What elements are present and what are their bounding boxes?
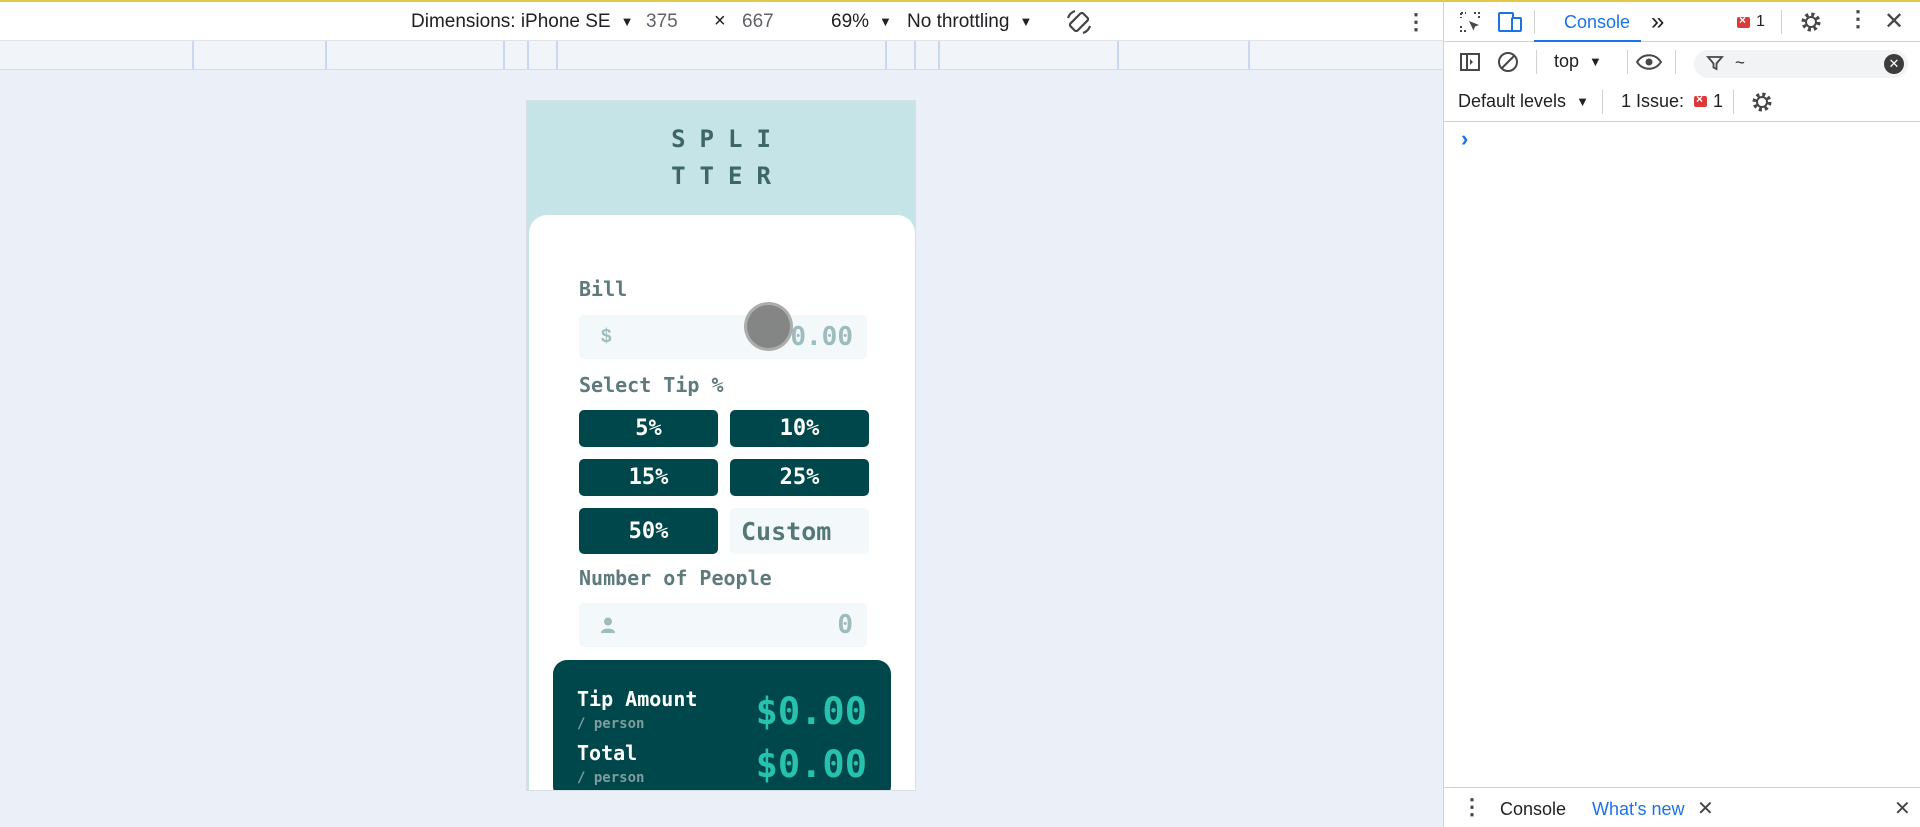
close-devtools-icon[interactable]: ✕	[1884, 7, 1904, 36]
chevron-down-icon: ▼	[879, 14, 892, 29]
more-tabs-icon[interactable]: »	[1651, 8, 1664, 36]
people-input[interactable]: 0	[579, 603, 867, 647]
ruler-segment[interactable]	[527, 41, 529, 69]
chevron-down-icon: ▼	[1589, 54, 1602, 69]
clear-console-icon[interactable]	[1496, 50, 1520, 74]
bill-input[interactable]: $ 0.00	[579, 315, 867, 359]
separator	[1733, 90, 1734, 114]
console-settings-gear-icon[interactable]	[1750, 90, 1774, 114]
separator	[1602, 90, 1603, 114]
levels-label: Default levels	[1458, 91, 1567, 111]
ruler-segment[interactable]	[325, 41, 327, 69]
device-select[interactable]: Dimensions: iPhone SE ▼	[411, 2, 633, 41]
height-input[interactable]: 667	[742, 2, 774, 41]
throttling-label: No throttling	[907, 10, 1010, 32]
more-options-icon[interactable]: ⋮	[1847, 6, 1869, 32]
clear-filter-icon[interactable]: ✕	[1884, 54, 1904, 74]
device-toggle-icon[interactable]	[1497, 10, 1523, 34]
ruler-segment[interactable]	[1117, 41, 1119, 69]
drawer-tab-whats-new[interactable]: What's new	[1592, 799, 1684, 820]
close-drawer-icon[interactable]: ✕	[1894, 796, 1911, 821]
drawer-tab-console[interactable]: Console	[1500, 799, 1566, 820]
width-input[interactable]: 375	[646, 2, 678, 41]
person-icon	[601, 617, 615, 633]
error-icon	[1694, 92, 1708, 107]
separator	[1627, 50, 1628, 74]
throttling-select[interactable]: No throttling ▼	[907, 2, 1032, 41]
media-query-ruler	[0, 41, 1443, 70]
tip-button-15[interactable]: 15%	[579, 459, 718, 496]
ruler-segment[interactable]	[192, 41, 194, 69]
bill-value: 0.00	[790, 322, 853, 352]
ruler-segment[interactable]	[1248, 41, 1250, 69]
levels-select[interactable]: Default levels ▼	[1458, 91, 1589, 112]
custom-tip-input[interactable]: Custom	[730, 508, 869, 554]
total-label: Total	[577, 741, 638, 765]
separator	[1534, 10, 1535, 34]
device-label: Dimensions: iPhone SE	[411, 10, 611, 32]
sidebar-toggle-icon[interactable]	[1458, 50, 1482, 74]
inspect-element-icon[interactable]	[1458, 10, 1482, 34]
context-label: top	[1554, 51, 1580, 71]
zoom-label: 69%	[831, 10, 870, 32]
ruler-segment[interactable]	[885, 41, 887, 69]
logo-line-2: TTER	[671, 162, 785, 190]
total-value: $0.00	[755, 743, 867, 786]
tip-amount-sub: / person	[577, 716, 645, 732]
console-prompt-row[interactable]: ›	[1444, 126, 1920, 151]
chevron-down-icon: ▼	[1019, 14, 1033, 29]
close-tab-icon[interactable]: ✕	[1697, 796, 1714, 821]
tip-button-50[interactable]: 50%	[579, 508, 718, 554]
ruler-segment[interactable]	[556, 41, 558, 69]
ruler-segment[interactable]	[503, 41, 505, 69]
devtools-panel: Console » 1 ⋮ ✕ top ▼	[1443, 0, 1920, 827]
ruler-segment[interactable]	[914, 41, 916, 69]
separator	[1536, 50, 1537, 74]
tip-button-25[interactable]: 25%	[730, 459, 869, 496]
more-options-icon[interactable]: ⋮	[1405, 2, 1427, 41]
error-icon	[1737, 13, 1750, 28]
context-select[interactable]: top ▼	[1554, 51, 1602, 72]
devtools-drawer-tabbar: ⋮ Console What's new ✕ ✕	[1444, 787, 1920, 827]
app-logo: SPLI TTER	[527, 121, 915, 195]
tip-button-10[interactable]: 10%	[730, 410, 869, 447]
prompt-chevron-icon: ›	[1461, 126, 1469, 151]
total-sub: / person	[577, 770, 645, 786]
separator	[1781, 10, 1782, 34]
result-panel: Tip Amount / person $0.00 Total / person…	[553, 660, 891, 790]
times-icon: ×	[714, 10, 726, 32]
select-tip-label: Select Tip %	[579, 373, 724, 397]
issues-count: 1	[1713, 91, 1724, 111]
filter-icon	[1706, 54, 1724, 77]
filter-input[interactable]: ~ ✕	[1694, 50, 1908, 78]
device-viewport: SPLI TTER Bill $ 0.00 Select Tip % 5% 10…	[526, 100, 916, 791]
device-toolbar: Dimensions: iPhone SE ▼ 375 × 667 69% ▼ …	[0, 0, 1443, 41]
devtools-tabbar: Console » 1 ⋮ ✕	[1444, 2, 1920, 42]
tab-console[interactable]: Console	[1564, 2, 1630, 42]
eye-icon[interactable]	[1635, 50, 1663, 74]
rotate-icon[interactable]	[1065, 2, 1093, 41]
people-label: Number of People	[579, 566, 772, 590]
zoom-select[interactable]: 69% ▼	[831, 2, 892, 41]
issues-label: 1 Issue:	[1621, 91, 1685, 111]
error-counter[interactable]: 1	[1737, 13, 1765, 31]
ruler-segment[interactable]	[938, 41, 940, 69]
logo-line-1: SPLI	[671, 125, 785, 153]
chevron-down-icon: ▼	[620, 14, 634, 29]
tip-amount-label: Tip Amount	[577, 687, 698, 711]
settings-gear-icon[interactable]	[1799, 10, 1823, 34]
error-count: 1	[1756, 13, 1765, 30]
chevron-down-icon: ▼	[1576, 94, 1589, 109]
bill-label: Bill	[579, 277, 628, 301]
drawer-menu-icon[interactable]: ⋮	[1461, 794, 1483, 820]
touch-cursor	[744, 302, 793, 351]
tip-amount-value: $0.00	[755, 690, 867, 733]
people-value: 0	[837, 610, 853, 640]
filter-value: ~	[1735, 53, 1745, 72]
tip-button-5[interactable]: 5%	[579, 410, 718, 447]
separator	[1675, 50, 1676, 74]
console-levels-bar: Default levels ▼ 1 Issue: 1	[1444, 82, 1920, 122]
dollar-icon: $	[601, 326, 612, 347]
issues-link[interactable]: 1 Issue: 1	[1621, 91, 1723, 112]
